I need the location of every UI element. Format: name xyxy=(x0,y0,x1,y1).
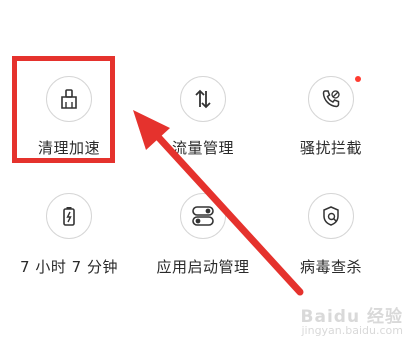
watermark-brand: Baidu 经验 xyxy=(300,307,403,327)
pointer-arrow xyxy=(133,110,304,296)
watermark: Baidu 经验 jingyan.baidu.com xyxy=(300,307,403,338)
watermark-url: jingyan.baidu.com xyxy=(301,324,403,337)
